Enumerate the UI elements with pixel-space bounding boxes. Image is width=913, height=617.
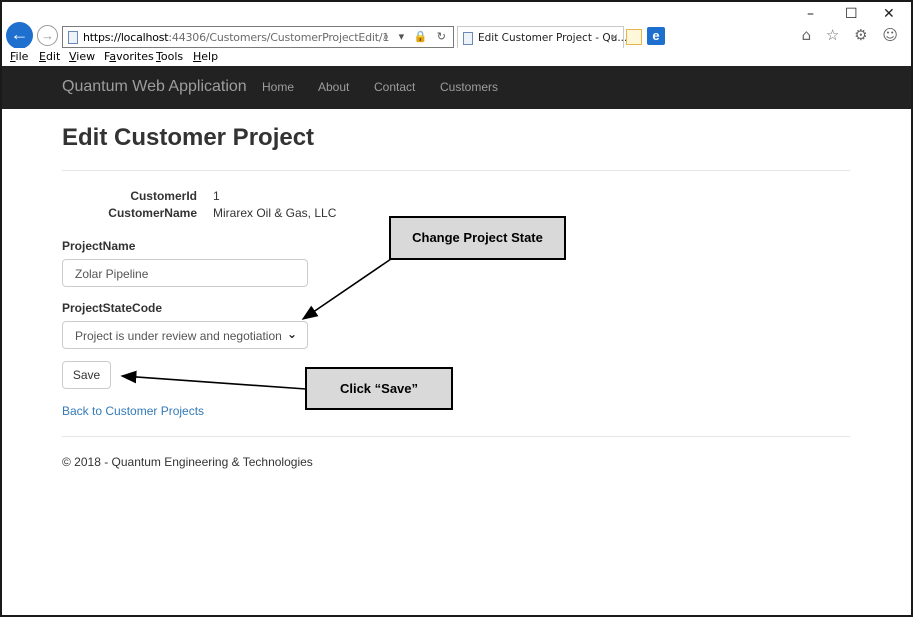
arrow-to-state-select	[301, 258, 392, 320]
arrow-to-save-button	[120, 370, 307, 390]
callout-change-project-state: Change Project State	[389, 216, 566, 260]
annotation-arrows	[120, 258, 392, 390]
callout-click-save: Click “Save”	[305, 367, 453, 410]
